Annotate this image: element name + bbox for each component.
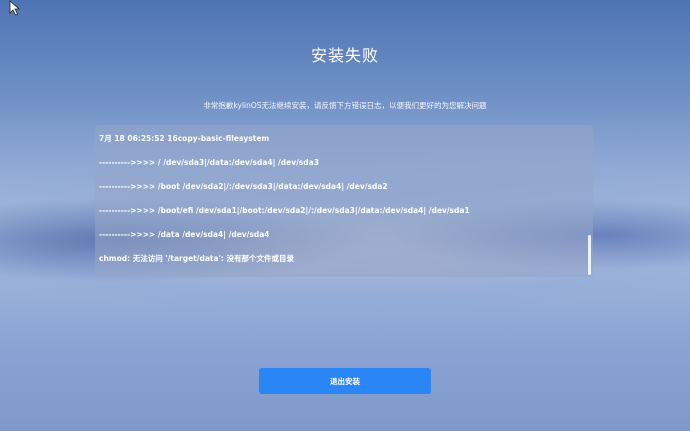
log-scrollbar-thumb[interactable] <box>588 235 591 275</box>
log-line: ---------->>>> / /dev/sda3|/data:/dev/sd… <box>99 158 319 167</box>
log-line: ---------->>>> /boot/efi /dev/sda1|/boot… <box>99 206 470 215</box>
error-log-panel[interactable]: 7月 18 06:25:52 16copy-basic-filesystem -… <box>95 125 593 277</box>
error-log-lines: 7月 18 06:25:52 16copy-basic-filesystem -… <box>99 134 583 277</box>
log-line: chmod: 无法访问 '/target/data': 没有那个文件或目录 <box>99 254 294 263</box>
log-line: ---------->>>> /boot /dev/sda2|/:/dev/sd… <box>99 182 388 191</box>
log-line: 7月 18 06:25:52 16copy-basic-filesystem <box>99 134 270 143</box>
mouse-pointer-icon <box>9 0 21 16</box>
log-scrollbar[interactable] <box>588 125 592 277</box>
exit-install-button[interactable]: 退出安装 <box>259 368 431 394</box>
page-subtitle: 非常抱歉kylinOS无法继续安装，请反馈下方错误日志，以便我们更好的为您解决问… <box>203 101 487 110</box>
page-title: 安装失败 <box>310 46 379 65</box>
log-line: ---------->>>> /data /dev/sda4| /dev/sda… <box>99 230 270 239</box>
